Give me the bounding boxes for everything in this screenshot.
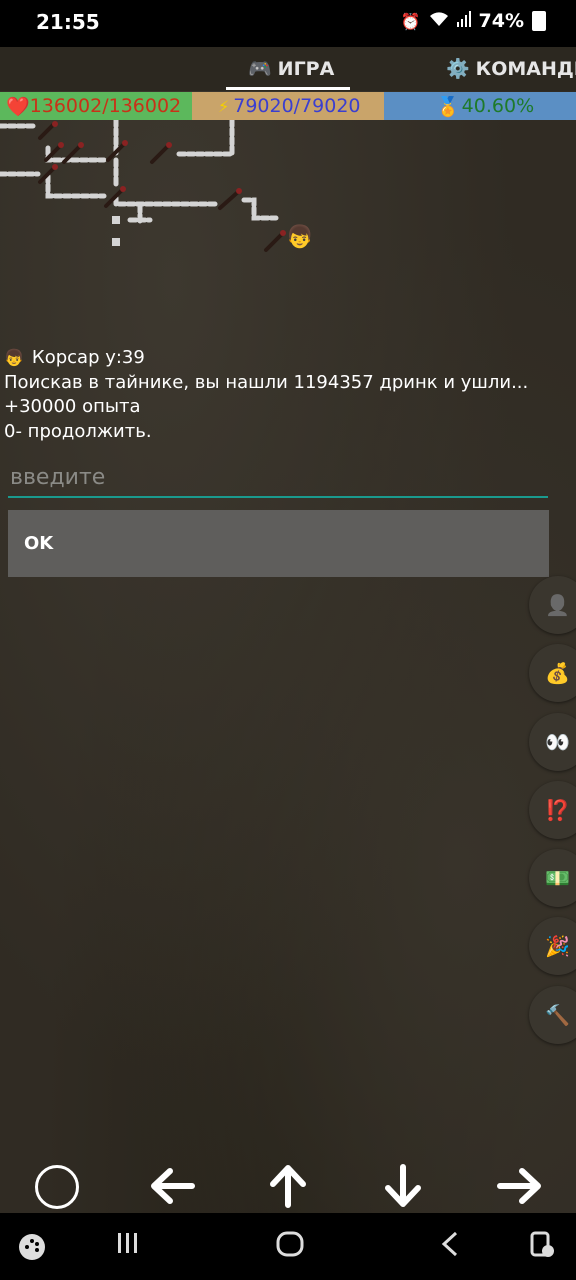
hammer-icon: 🔨 [545,1003,570,1027]
action-circle-button[interactable] [35,1165,79,1209]
tab-commands-label: КОМАНДЫ [475,57,576,80]
arrow-left-icon [151,1168,195,1204]
move-down-button[interactable] [381,1162,425,1210]
message-panel: 👦 Корсар у:39 Поискав в тайнике, вы нашл… [4,346,528,444]
recent-apps-button[interactable] [116,1231,140,1262]
arrow-down-icon [385,1164,421,1207]
party-popper-icon: 🎉 [545,934,570,958]
home-button[interactable] [276,1231,304,1264]
clock: 21:55 [36,10,100,34]
arrow-up-icon [270,1165,306,1208]
profile-icon: 👤 [545,593,570,617]
alarm-icon: ⏰ [400,11,421,31]
gamepad-icon: 🎮 [248,58,272,80]
tab-game-label: ИГРА [277,57,335,80]
money-bag-icon: 💰 [545,661,570,685]
medal-icon: 🏅 [436,95,460,118]
status-bar: 21:55 ⏰ 74% [0,0,576,47]
tab-commands[interactable]: ⚙️ КОМАНДЫ [446,57,576,81]
lightning-icon: ⚡ [218,96,230,116]
arrow-right-icon [497,1168,541,1204]
player-name: Корсар у:39 [31,347,145,368]
interrobang-icon: ⁉️ [545,798,570,822]
eyes-icon: 👀 [545,730,570,754]
player-avatar-icon: 👦 [4,348,24,367]
system-nav-bar [0,1213,576,1280]
signal-icon [456,11,471,31]
command-input-wrapper [8,458,548,498]
xp-value: 40.60% [461,95,535,117]
move-left-button[interactable] [146,1162,198,1210]
tab-game[interactable]: 🎮 ИГРА [248,57,335,81]
game-launcher-icon[interactable] [18,1233,46,1268]
command-input[interactable] [8,458,548,496]
hp-bar: ❤️ 136002/136002 [0,92,192,120]
energy-bar: ⚡ 79020/79020 [192,92,384,120]
message-line-2: +30000 опыта [4,396,141,417]
battery-icon [532,11,546,31]
map-walls: 👦 [0,117,313,252]
gear-icon: ⚙️ [446,58,470,80]
message-line-1: Поискав в тайнике, вы нашли 1194357 дрин… [4,371,529,393]
back-button[interactable] [440,1231,460,1264]
wifi-icon [429,11,449,31]
stats-bar: ❤️ 136002/136002 ⚡ 79020/79020 🏅 40.60% [0,92,576,120]
active-tab-indicator [226,87,350,90]
accessibility-icon[interactable] [530,1231,556,1266]
battery-percent: 74% [478,10,524,32]
energy-value: 79020/79020 [233,95,361,117]
move-up-button[interactable] [266,1162,310,1210]
move-right-button[interactable] [494,1162,546,1210]
xp-bar: 🏅 40.60% [384,92,576,120]
heart-icon: ❤️ [6,95,30,118]
hp-value: 136002/136002 [29,95,182,117]
game-map[interactable]: 👦 [0,117,576,340]
message-line-3: 0- продолжить. [4,420,152,442]
tab-bar: 🎮 ИГРА ⚙️ КОМАНДЫ [0,47,576,91]
svg-text:👦: 👦 [286,224,313,250]
player-line: 👦 Корсар у:39 [4,346,528,371]
banknote-icon: 💵 [545,866,570,890]
ok-button[interactable]: OK [8,510,549,577]
